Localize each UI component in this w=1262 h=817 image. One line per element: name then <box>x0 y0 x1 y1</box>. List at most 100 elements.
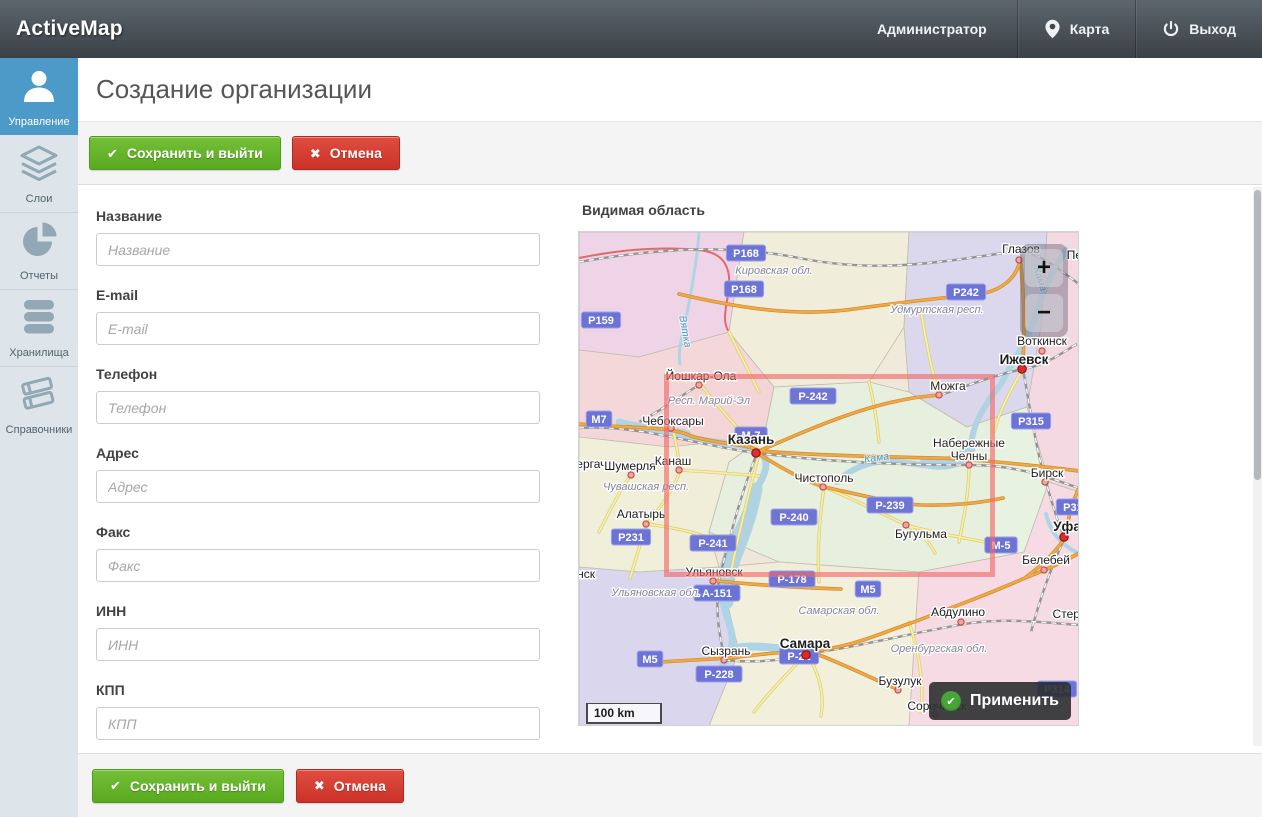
visible-area-selection[interactable] <box>664 374 995 577</box>
map-pin-icon <box>1044 19 1061 39</box>
zoom-out-button[interactable]: − <box>1025 294 1063 332</box>
logout-button[interactable]: Выход <box>1136 0 1262 58</box>
power-icon <box>1162 20 1180 38</box>
input-телефон[interactable] <box>96 391 540 424</box>
svg-text:Р-228: Р-228 <box>704 669 733 681</box>
save-and-exit-button-bottom[interactable]: ✔ Сохранить и выйти <box>92 769 284 803</box>
region-label: Удмуртская респ. <box>889 304 984 316</box>
field-label: ИНН <box>96 603 540 619</box>
road-badge: А-151 <box>694 585 740 601</box>
sidebar-item-отчеты[interactable]: Отчеты <box>0 212 78 289</box>
city-label: Сызрань <box>701 644 750 658</box>
books-icon <box>17 374 61 419</box>
cross-icon: ✖ <box>310 147 321 160</box>
check-icon: ✔ <box>107 147 118 160</box>
check-circle-icon: ✔ <box>941 691 961 711</box>
sidebar-item-label: Справочники <box>6 424 73 436</box>
city-label: нск <box>579 567 596 581</box>
check-icon: ✔ <box>110 779 121 792</box>
sidebar-item-справочники[interactable]: Справочники <box>0 366 78 443</box>
city-dot <box>1060 533 1068 541</box>
map-link[interactable]: Карта <box>1018 0 1136 58</box>
svg-text:М5: М5 <box>860 584 875 596</box>
city-label: Самара <box>780 636 831 651</box>
svg-text:Р315: Р315 <box>1018 416 1044 428</box>
city-label: Бузулук <box>879 674 923 688</box>
zoom-in-button[interactable]: + <box>1025 249 1063 287</box>
map-zoom-control: + − <box>1020 244 1068 337</box>
app-logo: ActiveMap <box>16 17 123 41</box>
field-group: Телефон <box>96 366 540 424</box>
road-badge: Р168 <box>724 281 763 297</box>
road-badge: М5 <box>855 581 881 597</box>
sidebar-item-слои[interactable]: Слои <box>0 135 78 212</box>
sidebar-item-хранилища[interactable]: Хранилища <box>0 289 78 366</box>
top-header: ActiveMap Администратор Карта Выход <box>0 0 1262 58</box>
cancel-button-bottom[interactable]: ✖ Отмена <box>296 769 404 803</box>
city-label: Уфа <box>1053 519 1079 534</box>
road-badge: Р231 <box>611 529 650 545</box>
input-e-mail[interactable] <box>96 312 540 345</box>
city-label: Стерлитамак <box>1053 607 1079 621</box>
cancel-button[interactable]: ✖ Отмена <box>292 136 400 170</box>
city-label: Абдулино <box>931 605 985 619</box>
svg-text:Р159: Р159 <box>588 315 614 327</box>
city-label: Ижевск <box>1000 352 1049 367</box>
current-user-label: Администратор <box>851 0 1017 58</box>
field-group: ИНН <box>96 603 540 661</box>
sidebar-item-label: Хранилища <box>9 347 69 359</box>
road-badge: Р315 <box>1011 413 1050 429</box>
field-group: Факс <box>96 524 540 582</box>
town-dot <box>958 619 964 625</box>
header-nav: Администратор Карта Выход <box>851 0 1262 58</box>
database-icon <box>20 297 58 342</box>
svg-text:М5: М5 <box>642 654 657 666</box>
region-label: Оренбургская обл. <box>891 643 988 655</box>
bottom-toolbar: ✔ Сохранить и выйти ✖ Отмена <box>78 753 1262 817</box>
city-label: Сергач <box>579 457 606 471</box>
field-label: Адрес <box>96 445 540 461</box>
content-area: НазваниеE-mailТелефонАдресФаксИННКПП Вид… <box>78 186 1262 747</box>
input-факс[interactable] <box>96 549 540 582</box>
road-badge: М5 <box>637 651 663 667</box>
town-dot <box>1041 567 1047 573</box>
vertical-scrollbar[interactable] <box>1253 187 1262 746</box>
svg-text:Р231: Р231 <box>618 532 644 544</box>
input-кпп[interactable] <box>96 707 540 740</box>
sidebar-item-управление[interactable]: Управление <box>0 58 78 135</box>
field-group: E-mail <box>96 287 540 345</box>
sidebar-item-label: Отчеты <box>20 270 58 282</box>
city-dot <box>802 651 810 659</box>
apply-button[interactable]: ✔ Применить <box>929 682 1071 720</box>
svg-text:М7: М7 <box>591 414 606 426</box>
region-label: Кировская обл. <box>735 265 812 277</box>
road-badge: Р159 <box>581 312 620 328</box>
field-group: КПП <box>96 682 540 740</box>
svg-text:Р168: Р168 <box>731 284 757 296</box>
activemap-admin-page: ActiveMap Администратор Карта Выход Упра… <box>0 0 1262 817</box>
city-label: Бирск <box>1031 466 1064 480</box>
field-group: Название <box>96 208 540 266</box>
field-label: Телефон <box>96 366 540 382</box>
region-label: Ульяновская обл. <box>610 587 700 599</box>
road-badge: М7 <box>586 411 612 427</box>
top-toolbar: ✔ Сохранить и выйти ✖ Отмена <box>78 122 1262 185</box>
sidebar-item-label: Слои <box>26 193 53 205</box>
road-badge: Р168 <box>726 245 765 261</box>
input-инн[interactable] <box>96 628 540 661</box>
sidebar-item-label: Управление <box>8 116 69 128</box>
field-label: E-mail <box>96 287 540 303</box>
save-and-exit-button[interactable]: ✔ Сохранить и выйти <box>89 136 281 170</box>
scrollbar-thumb[interactable] <box>1254 190 1261 480</box>
field-label: Название <box>96 208 540 224</box>
road-badge: Р315 <box>1056 499 1079 515</box>
field-label: Факс <box>96 524 540 540</box>
input-название[interactable] <box>96 233 540 266</box>
city-label: Пермь <box>1067 248 1079 262</box>
input-адрес[interactable] <box>96 470 540 503</box>
cross-icon: ✖ <box>314 779 325 792</box>
svg-text:А-151: А-151 <box>702 588 732 600</box>
map-canvas[interactable]: КамаКамаВятка Р168Р168Р242Р159М7Р315Р-24… <box>578 231 1079 726</box>
field-label: КПП <box>96 682 540 698</box>
map-scale-bar: 100 km <box>586 703 662 724</box>
